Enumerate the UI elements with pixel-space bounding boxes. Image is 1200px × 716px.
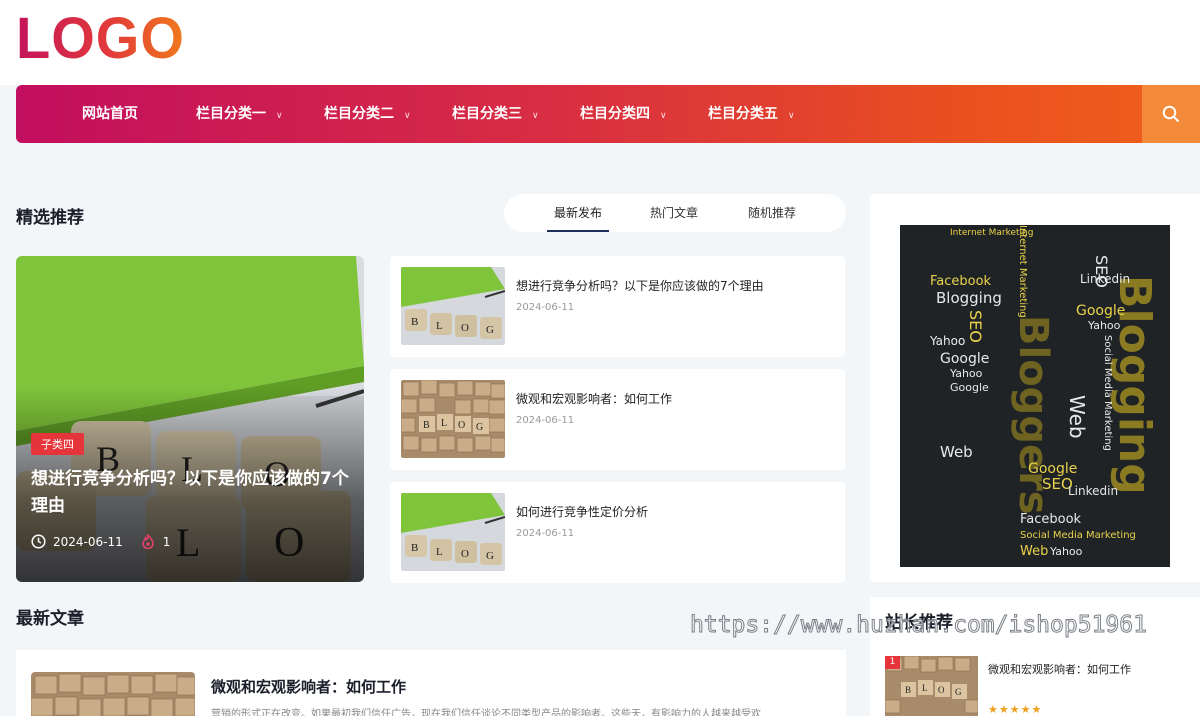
- svg-text:Internet Marketing: Internet Marketing: [950, 228, 1033, 238]
- svg-text:Facebook: Facebook: [1020, 512, 1082, 527]
- nav-item-category-4[interactable]: 栏目分类四 ∨: [580, 85, 667, 143]
- list-item-thumbnail[interactable]: BLOG: [401, 267, 505, 345]
- blog-dice-image: BLOG: [401, 380, 505, 458]
- svg-text:G: G: [955, 687, 962, 697]
- list-item[interactable]: B L O G 如何进行竞争性定价分析 2024-06-11: [390, 482, 845, 583]
- nav-item-label: 栏目分类一: [196, 106, 266, 122]
- svg-text:Web: Web: [1020, 544, 1048, 559]
- tab-latest[interactable]: 最新发布: [554, 194, 602, 232]
- chevron-down-icon: ∨: [404, 111, 411, 121]
- blogging-word-cloud-image: Blogging Bloggers Facebook Blogging Yaho…: [900, 225, 1170, 567]
- list-item-thumbnail[interactable]: BLOG: [401, 493, 505, 571]
- featured-section-title: 精选推荐: [16, 208, 84, 228]
- site-logo[interactable]: LOGO: [16, 6, 185, 70]
- svg-text:L: L: [436, 546, 443, 558]
- svg-text:Facebook: Facebook: [930, 274, 992, 289]
- tab-random[interactable]: 随机推荐: [748, 194, 796, 232]
- list-item-title[interactable]: 如何进行竞争性定价分析: [516, 503, 648, 520]
- svg-text:O: O: [461, 548, 469, 560]
- blog-dice-image: [31, 672, 195, 716]
- svg-text:Linkedin: Linkedin: [1068, 484, 1118, 498]
- latest-article-excerpt: 营销的形式正在改变。如果最初我们信任广告，现在我们信任谈论不同类型产品的影响者。…: [211, 709, 761, 716]
- svg-text:Google: Google: [1076, 303, 1125, 319]
- svg-text:Web: Web: [1065, 395, 1089, 439]
- featured-article-date: 2024-06-11: [53, 534, 123, 549]
- featured-article-likes: 1: [162, 534, 171, 549]
- svg-text:L: L: [922, 683, 928, 693]
- nav-item-label: 网站首页: [82, 106, 138, 122]
- nav-item-category-5[interactable]: 栏目分类五 ∨: [708, 85, 795, 143]
- svg-text:G: G: [486, 324, 494, 336]
- svg-text:G: G: [486, 550, 494, 562]
- list-item-title[interactable]: 微观和宏观影响者：如何工作: [516, 390, 672, 407]
- list-item-date: 2024-06-11: [516, 528, 575, 539]
- svg-text:Google: Google: [940, 351, 989, 367]
- main-nav: 网站首页 栏目分类一 ∨ 栏目分类二 ∨ 栏目分类三 ∨ 栏目分类四 ∨ 栏目分类五 ∨: [16, 85, 1200, 143]
- svg-text:O: O: [938, 685, 945, 695]
- blog-dice-image: BLOG: [401, 493, 505, 571]
- svg-text:B: B: [423, 420, 430, 431]
- svg-text:Blogging: Blogging: [936, 289, 1002, 307]
- recommend-item-title[interactable]: 微观和宏观影响者：如何工作: [988, 661, 1131, 677]
- svg-text:Yahoo: Yahoo: [929, 334, 965, 348]
- chevron-down-icon: ∨: [660, 111, 667, 121]
- svg-text:Web: Web: [940, 443, 973, 461]
- featured-article-card[interactable]: B L O L O 子类四 想进行竞争分析吗？以下是你应该做的7个理由 2024…: [16, 256, 364, 582]
- svg-text:B: B: [905, 685, 911, 695]
- nav-item-label: 栏目分类二: [324, 106, 394, 122]
- svg-text:Social Media Marketing: Social Media Marketing: [1020, 530, 1136, 541]
- tab-popular[interactable]: 热门文章: [650, 194, 698, 232]
- recommend-item-rating: ★★★★★: [988, 703, 1043, 716]
- search-button[interactable]: [1142, 85, 1200, 143]
- nav-item-label: 栏目分类四: [580, 106, 650, 122]
- list-item-date: 2024-06-11: [516, 302, 575, 313]
- svg-text:Yahoo: Yahoo: [949, 367, 983, 380]
- list-item[interactable]: BLOG 微观和宏观影响者：如何工作 2024-06-11: [390, 369, 845, 470]
- featured-article-meta: 2024-06-11 1: [31, 534, 170, 549]
- nav-item-category-2[interactable]: 栏目分类二 ∨: [324, 85, 411, 143]
- nav-item-label: 栏目分类五: [708, 106, 778, 122]
- clock-icon: [31, 534, 46, 549]
- svg-text:L: L: [436, 320, 443, 332]
- svg-text:G: G: [476, 422, 483, 433]
- svg-text:L: L: [441, 418, 447, 429]
- svg-text:Yahoo: Yahoo: [1049, 545, 1083, 558]
- svg-text:Google: Google: [950, 381, 989, 394]
- nav-item-label: 栏目分类三: [452, 106, 522, 122]
- list-item-thumbnail[interactable]: BLOG: [401, 380, 505, 458]
- svg-text:Yahoo: Yahoo: [1087, 319, 1121, 332]
- chevron-down-icon: ∨: [276, 111, 283, 121]
- watermark-text: https://www.huzhan.com/ishop51961: [690, 612, 1148, 639]
- svg-text:B: B: [411, 542, 418, 554]
- blog-dice-image: BLOG: [401, 267, 505, 345]
- svg-text:Internet Marketing: Internet Marketing: [1017, 225, 1028, 318]
- active-tab-indicator: [547, 230, 609, 232]
- svg-text:O: O: [458, 420, 465, 431]
- flame-icon: [141, 534, 154, 549]
- list-item[interactable]: B L O G 想进行竞争分析吗？以下是你应该做的7个理由 2024-06-11: [390, 256, 845, 357]
- latest-section-title: 最新文章: [16, 609, 84, 629]
- svg-text:B: B: [411, 316, 418, 328]
- list-item-date: 2024-06-11: [516, 415, 575, 426]
- nav-item-category-3[interactable]: 栏目分类三 ∨: [452, 85, 539, 143]
- svg-text:SEO: SEO: [1092, 255, 1111, 288]
- nav-item-home[interactable]: 网站首页: [82, 85, 138, 143]
- svg-text:SEO: SEO: [966, 310, 985, 343]
- chevron-down-icon: ∨: [788, 111, 795, 121]
- svg-text:O: O: [461, 322, 469, 334]
- search-icon: [1162, 105, 1179, 122]
- header: LOGO: [0, 0, 1200, 85]
- featured-article-title[interactable]: 想进行竞争分析吗？以下是你应该做的7个理由: [31, 466, 351, 520]
- latest-article-title[interactable]: 微观和宏观影响者：如何工作: [211, 676, 406, 697]
- list-item-title[interactable]: 想进行竞争分析吗？以下是你应该做的7个理由: [516, 277, 764, 294]
- nav-item-category-1[interactable]: 栏目分类一 ∨: [196, 85, 283, 143]
- svg-text:Social Media Marketing: Social Media Marketing: [1102, 335, 1113, 451]
- latest-article-thumbnail[interactable]: [31, 672, 195, 716]
- recommend-rank-badge: 1: [885, 656, 900, 669]
- featured-tabs: 最新发布 热门文章 随机推荐: [504, 194, 846, 232]
- chevron-down-icon: ∨: [532, 111, 539, 121]
- sidebar-ad-image[interactable]: Blogging Bloggers Facebook Blogging Yaho…: [900, 225, 1170, 567]
- category-badge[interactable]: 子类四: [31, 433, 84, 455]
